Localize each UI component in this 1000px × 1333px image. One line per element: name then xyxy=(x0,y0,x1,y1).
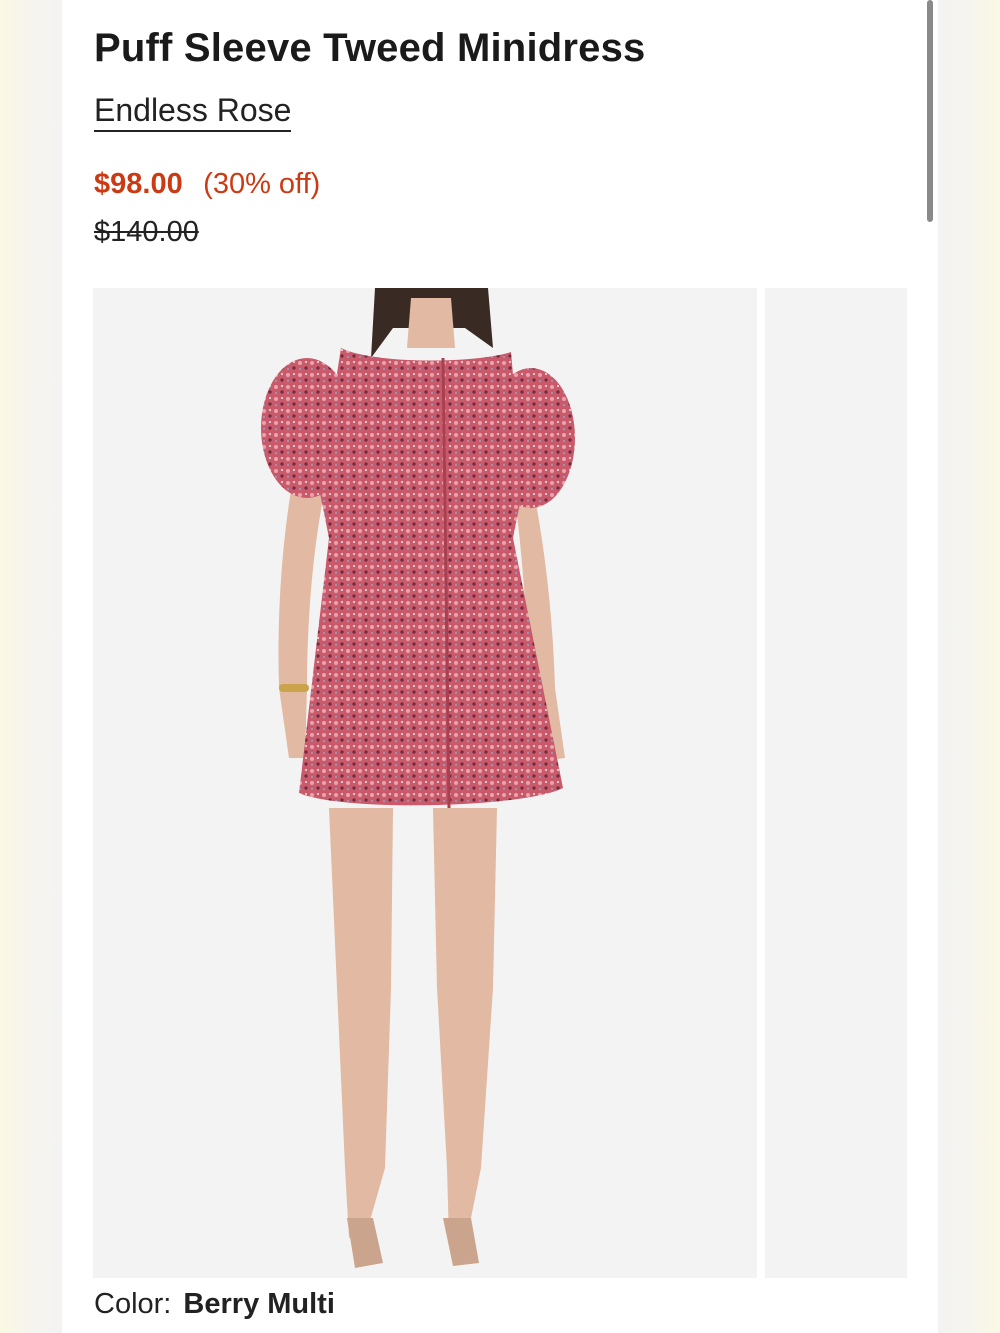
scrollbar[interactable] xyxy=(927,0,933,222)
color-value: Berry Multi xyxy=(183,1288,335,1320)
brand-link[interactable]: Endless Rose xyxy=(94,92,292,132)
product-page: Puff Sleeve Tweed Minidress Endless Rose… xyxy=(62,0,938,1333)
product-title: Puff Sleeve Tweed Minidress xyxy=(94,26,646,70)
price-row: $98.00 (30% off) xyxy=(94,166,320,207)
product-image-next[interactable] xyxy=(765,288,907,1278)
sale-price: $98.00 xyxy=(94,168,183,200)
discount-label: (30% off) xyxy=(203,168,321,200)
color-selection: Color: Berry Multi xyxy=(94,1286,335,1322)
product-image-main[interactable] xyxy=(93,288,757,1278)
dress-model-image xyxy=(261,288,575,1268)
original-price: $140.00 xyxy=(94,216,199,248)
color-label: Color: xyxy=(94,1288,172,1320)
